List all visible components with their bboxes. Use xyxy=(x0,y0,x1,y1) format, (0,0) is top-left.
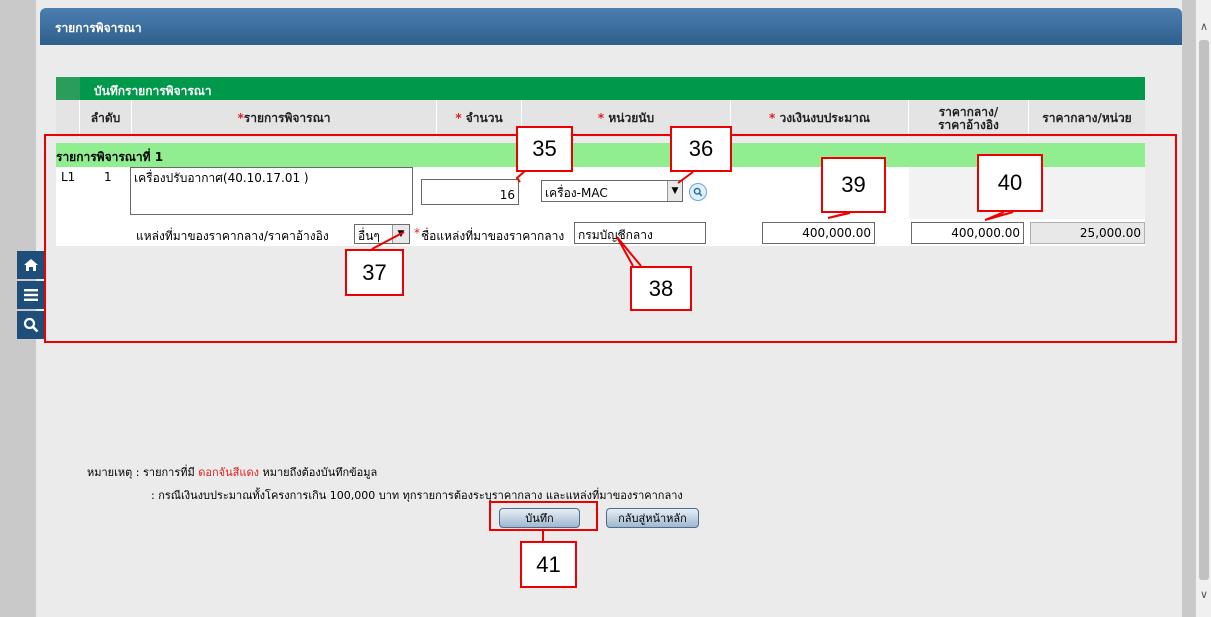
save-pointer xyxy=(542,531,544,541)
